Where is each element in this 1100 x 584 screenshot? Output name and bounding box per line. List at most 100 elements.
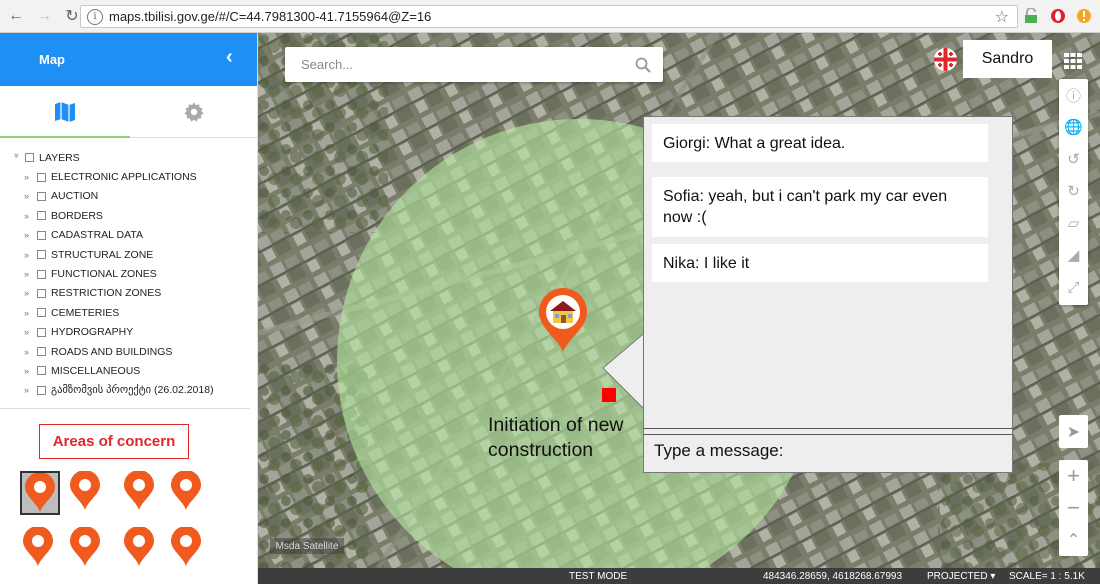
map-search-box [285,47,663,82]
expand-chevron-icon[interactable]: » [24,172,34,182]
concern-pin-icon[interactable] [121,527,161,571]
rotate-left-icon[interactable]: ↺ [1059,143,1088,175]
gear-icon[interactable] [183,101,205,123]
back-icon[interactable]: ← [4,4,28,28]
zoom-out-icon[interactable]: − [1059,492,1088,524]
layer-checkbox[interactable] [25,153,34,163]
concern-pin-icon[interactable] [67,471,107,515]
layer-checkbox[interactable] [37,211,46,221]
measure-icon[interactable]: ◢ [1059,239,1088,271]
layer-row[interactable]: » AUCTION [12,187,257,206]
layer-label: FUNCTIONAL ZONES [51,268,157,281]
expand-chevron-icon[interactable]: » [24,308,34,318]
expand-chevron-icon[interactable]: » [24,269,34,279]
info-icon[interactable]: i [87,8,103,25]
search-icon[interactable] [635,57,651,73]
sidebar-title: Map [39,52,65,67]
message-input[interactable]: Type a message: [654,441,783,461]
layer-checkbox[interactable] [37,269,46,279]
mode-label: TEST MODE [569,570,628,582]
lock-extension-icon[interactable] [1023,8,1039,24]
user-name-box[interactable]: Sandro [963,40,1052,78]
sidebar-divider [0,408,250,409]
rotate-right-icon[interactable]: ↻ [1059,175,1088,207]
coordinates-readout: 484346.28659, 4618268.67993 [763,570,903,582]
layer-row[interactable]: » BORDERS [12,206,257,225]
layer-row[interactable]: » გამზომვის პროექტი (26.02.2018) [12,381,257,400]
layer-checkbox[interactable] [37,250,46,260]
layer-label: LAYERS [39,151,80,164]
expand-chevron-icon[interactable]: » [24,347,34,357]
layer-row[interactable]: » FUNCTIONAL ZONES [12,264,257,283]
expand-chevron-icon[interactable]: » [24,385,34,395]
collapse-chevron-icon[interactable]: » [12,153,22,163]
layer-checkbox[interactable] [37,172,46,182]
layer-row[interactable]: » RESTRICTION ZONES [12,284,257,303]
layer-checkbox[interactable] [37,308,46,318]
layer-label: CADASTRAL DATA [51,229,143,242]
grid-icon[interactable] [1064,53,1082,69]
location-marker[interactable] [602,388,616,402]
layer-label: BORDERS [51,209,103,222]
layer-row[interactable]: » ELECTRONIC APPLICATIONS [12,167,257,186]
star-icon[interactable]: ☆ [995,7,1009,27]
alert-extension-icon[interactable] [1076,8,1092,24]
expand-chevron-icon[interactable]: » [24,250,34,260]
expand-chevron-icon[interactable]: » [24,327,34,337]
layer-row[interactable]: » ROADS AND BUILDINGS [12,342,257,361]
layer-label: AUCTION [51,190,99,203]
collapse-chevron-icon[interactable]: ‹ [226,46,233,69]
layer-checkbox[interactable] [37,191,46,201]
concern-pin-icon[interactable] [67,527,107,571]
expand-chevron-icon[interactable]: » [24,191,34,201]
concern-pin-icon[interactable] [168,527,208,571]
layer-row[interactable]: » HYDROGRAPHY [12,323,257,342]
locate-icon[interactable]: ➤ [1059,415,1088,448]
house-pin-icon[interactable] [537,288,589,354]
layer-checkbox[interactable] [37,366,46,376]
chat-panel: Giorgi: What a great idea. Sofia: yeah, … [643,116,1013,473]
chat-divider [644,428,1012,429]
layer-checkbox[interactable] [37,385,46,395]
projection-select[interactable]: PROJECTED ▾ [927,571,995,582]
layer-label: ROADS AND BUILDINGS [51,345,173,358]
globe-tool-icon[interactable]: 🌐 [1059,111,1088,143]
eraser-icon[interactable]: ▱ [1059,207,1088,239]
layer-checkbox[interactable] [37,230,46,240]
layer-label: გამზომვის პროექტი (26.02.2018) [51,384,214,397]
map-icon[interactable] [53,100,77,124]
layer-row[interactable]: » LAYERS [12,148,257,167]
layer-row[interactable]: » CADASTRAL DATA [12,226,257,245]
concern-pin-icon[interactable] [20,527,60,571]
layer-checkbox[interactable] [37,347,46,357]
address-bar[interactable]: i maps.tbilisi.gov.ge/#/C=44.7981300-41.… [80,5,1018,28]
fullscreen-icon[interactable]: ⤢ [1059,271,1088,303]
flag-icon[interactable] [934,48,957,71]
layer-checkbox[interactable] [37,327,46,337]
expand-chevron-icon[interactable]: » [24,230,34,240]
expand-chevron-icon[interactable]: » [24,366,34,376]
browser-toolbar: ← → ↻ i maps.tbilisi.gov.ge/#/C=44.79813… [0,0,1100,33]
forward-icon[interactable]: → [32,4,56,28]
concern-pin-icon[interactable] [121,471,161,515]
areas-of-concern-button[interactable]: Areas of concern [39,424,189,459]
concern-pin-icon[interactable] [168,471,208,515]
scroll-up-icon[interactable]: ⌃ [1059,524,1088,556]
satellite-layer-label[interactable]: Msda Satellite [270,538,344,554]
chat-message: Giorgi: What a great idea. [652,124,988,162]
construction-label-line1: Initiation of new [488,414,624,436]
info-tool-icon[interactable]: ⓘ [1059,79,1088,111]
chat-message: Sofia: yeah, but i can't park my car eve… [652,177,988,237]
layer-checkbox[interactable] [37,288,46,298]
concern-pin-icon[interactable] [20,471,60,515]
layer-label: CEMETERIES [51,306,120,319]
layer-row[interactable]: » STRUCTURAL ZONE [12,245,257,264]
layer-label: HYDROGRAPHY [51,326,134,339]
layer-row[interactable]: » MISCELLANEOUS [12,361,257,380]
layer-row[interactable]: » CEMETERIES [12,303,257,322]
zoom-in-icon[interactable]: + [1059,460,1088,492]
expand-chevron-icon[interactable]: » [24,211,34,221]
search-input[interactable] [301,57,635,72]
expand-chevron-icon[interactable]: » [24,288,34,298]
opera-icon[interactable] [1050,8,1066,24]
